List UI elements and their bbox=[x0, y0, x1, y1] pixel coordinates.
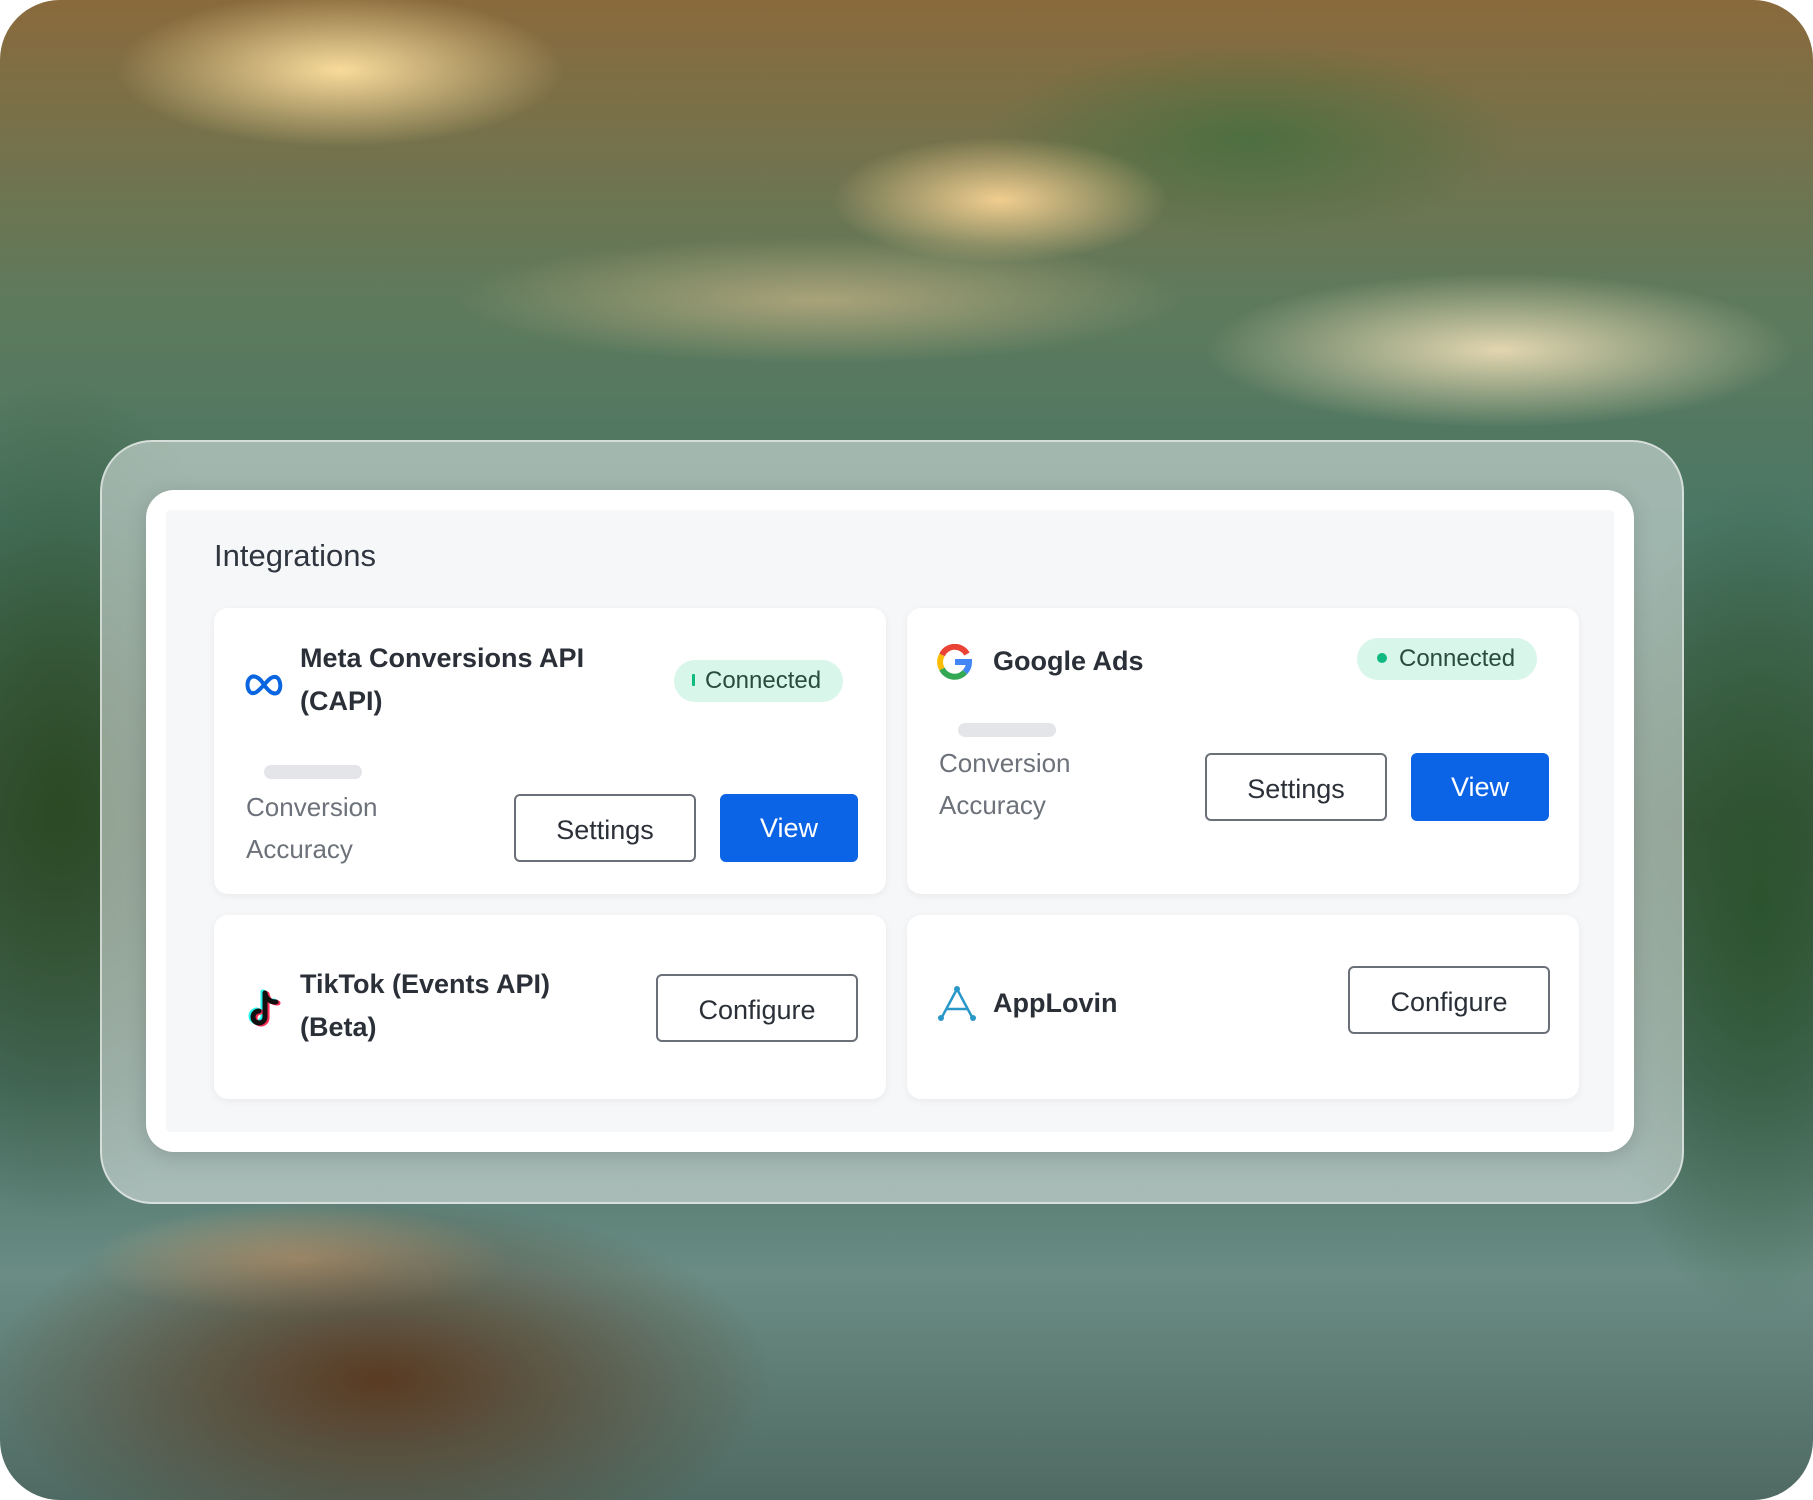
integration-card-applovin: AppLovin Configure bbox=[907, 915, 1579, 1099]
metric-label: Conversion Accuracy bbox=[939, 748, 1071, 820]
integration-name: Google Ads bbox=[993, 646, 1144, 676]
integrations-panel-body: Integrations Meta Conversions API (CAPI)… bbox=[166, 510, 1614, 1132]
configure-button[interactable]: Configure bbox=[656, 974, 858, 1042]
status-dot-icon bbox=[1377, 652, 1387, 663]
settings-button[interactable]: Settings bbox=[514, 794, 696, 862]
applovin-a-icon bbox=[938, 986, 976, 1021]
status-dot-icon bbox=[692, 673, 695, 686]
google-g-icon bbox=[937, 644, 972, 680]
configure-button[interactable]: Configure bbox=[1348, 966, 1550, 1034]
metric-label: Conversion Accuracy bbox=[246, 792, 378, 864]
status-badge: Connected bbox=[674, 660, 844, 702]
integration-name: AppLovin bbox=[993, 988, 1118, 1018]
metric-value-placeholder bbox=[264, 765, 362, 779]
integrations-panel: Integrations Meta Conversions API (CAPI)… bbox=[146, 490, 1634, 1152]
integration-card-google-ads: Google Ads Connected Conversion Accuracy… bbox=[907, 608, 1579, 894]
integration-card-meta: Meta Conversions API (CAPI) Connected Co… bbox=[214, 608, 886, 894]
metric-value-placeholder bbox=[958, 723, 1056, 737]
integration-name: TikTok (Events API) (Beta) bbox=[300, 969, 551, 1042]
status-badge: Connected bbox=[1357, 638, 1538, 680]
meta-infinity-icon bbox=[245, 674, 283, 696]
view-button[interactable]: View bbox=[1411, 753, 1549, 821]
integration-name: Meta Conversions API (CAPI) bbox=[300, 643, 585, 716]
panel-title: Integrations bbox=[214, 538, 376, 573]
tiktok-note-icon bbox=[248, 989, 281, 1027]
view-button[interactable]: View bbox=[720, 794, 858, 862]
integration-card-tiktok: TikTok (Events API) (Beta) Configure bbox=[214, 915, 886, 1099]
settings-button[interactable]: Settings bbox=[1205, 753, 1387, 821]
